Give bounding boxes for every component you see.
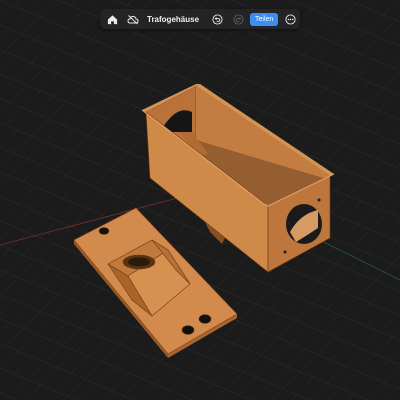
redo-icon[interactable] xyxy=(230,11,246,27)
model-scene[interactable] xyxy=(0,0,400,400)
undo-icon[interactable] xyxy=(209,11,225,27)
mount-hole xyxy=(98,227,110,235)
more-icon[interactable] xyxy=(282,11,298,27)
document-title[interactable]: Trafogehäuse xyxy=(147,15,203,24)
3d-viewport[interactable]: Trafogehäuse Teilen xyxy=(0,0,400,400)
mount-hole xyxy=(181,325,195,335)
share-button[interactable]: Teilen xyxy=(250,12,279,26)
top-toolbar: Trafogehäuse Teilen xyxy=(100,9,300,29)
cloud-off-icon[interactable] xyxy=(125,11,141,27)
mount-hole xyxy=(198,314,212,324)
home-icon[interactable] xyxy=(104,11,120,27)
